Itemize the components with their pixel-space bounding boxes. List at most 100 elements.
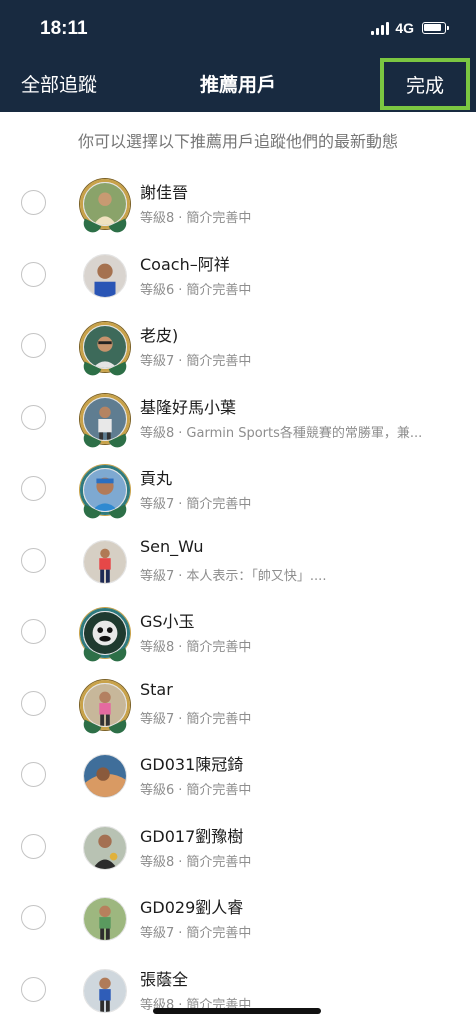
select-radio[interactable]: [21, 977, 46, 1002]
user-bio: 簡介完善中: [186, 783, 251, 798]
user-row[interactable]: 老皮) 等級7 · 簡介完善中: [0, 310, 476, 382]
user-row[interactable]: 謝佳晉 等級8 · 簡介完善中: [0, 167, 476, 239]
select-radio[interactable]: [21, 262, 46, 287]
avatar[interactable]: [80, 751, 130, 801]
user-bio: 本人表示：「帥又快」....: [186, 569, 326, 584]
user-meta: 等級8 · 簡介完善中: [140, 207, 251, 226]
user-meta: 等級8·簡介完善中: [140, 636, 251, 655]
nav-bar: 全部追蹤 推薦用戶 完成: [0, 58, 476, 112]
user-name: Coach–阿祥: [140, 251, 230, 275]
user-meta: 等級8·Garmin Sports各種競賽的常勝軍，兼...: [140, 422, 422, 441]
select-radio[interactable]: [21, 190, 46, 215]
user-bio: Garmin Sports各種競賽的常勝軍，兼...: [186, 426, 422, 441]
user-level: 等級8: [140, 426, 174, 441]
user-row[interactable]: GD017劉豫樹 等級8 · 簡介完善中: [0, 811, 476, 883]
avatar-photo: [83, 897, 127, 941]
avatar[interactable]: [80, 966, 130, 1016]
user-bio: 簡介完善中: [186, 497, 251, 512]
user-row[interactable]: 貢丸 等級7 · 簡介完善中: [0, 453, 476, 525]
avatar[interactable]: [80, 608, 130, 658]
meta-separator: ·: [178, 497, 182, 512]
select-radio[interactable]: [21, 333, 46, 358]
meta-separator: ·: [178, 712, 182, 727]
user-bio: 簡介完善中: [186, 926, 251, 941]
user-level: 等級7: [140, 569, 174, 584]
avatar-photo: [83, 397, 127, 441]
signal-icon: [371, 21, 389, 35]
user-bio: 簡介完善中: [186, 354, 251, 369]
select-radio[interactable]: [21, 762, 46, 787]
user-name: 老皮): [140, 322, 178, 346]
avatar[interactable]: [80, 179, 130, 229]
avatar-photo: [83, 683, 127, 727]
home-indicator[interactable]: [153, 1008, 321, 1014]
user-row[interactable]: Sen_Wu 等級7·本人表示：「帥又快」....: [0, 525, 476, 597]
user-level: 等級7: [140, 354, 174, 369]
avatar[interactable]: [80, 680, 130, 730]
avatar[interactable]: [80, 823, 130, 873]
user-level: 等級6: [140, 283, 174, 298]
user-meta: 等級7·簡介完善中: [140, 708, 251, 727]
done-button[interactable]: 完成: [380, 58, 470, 110]
user-level: 等級6: [140, 783, 174, 798]
meta-separator: ·: [178, 283, 182, 298]
user-name: GS小玉: [140, 608, 195, 632]
done-label: 完成: [406, 71, 444, 98]
avatar[interactable]: [80, 394, 130, 444]
status-bar: 18:11 4G: [0, 0, 476, 58]
select-radio[interactable]: [21, 834, 46, 859]
avatar[interactable]: [80, 537, 130, 587]
user-bio: 簡介完善中: [186, 211, 251, 226]
meta-separator: ·: [178, 926, 182, 941]
avatar-photo: [83, 754, 127, 798]
select-radio[interactable]: [21, 476, 46, 501]
user-meta: 等級6 · 簡介完善中: [140, 279, 251, 298]
user-name: GD029劉人睿: [140, 894, 243, 918]
status-indicators: 4G: [371, 20, 446, 36]
user-meta: 等級7 · 簡介完善中: [140, 922, 251, 941]
user-row[interactable]: Coach–阿祥 等級6 · 簡介完善中: [0, 239, 476, 311]
meta-separator: ·: [178, 569, 182, 584]
avatar[interactable]: [80, 465, 130, 515]
user-row[interactable]: 基隆好馬小葉 等級8·Garmin Sports各種競賽的常勝軍，兼...: [0, 382, 476, 454]
select-radio[interactable]: [21, 691, 46, 716]
avatar[interactable]: [80, 894, 130, 944]
meta-separator: ·: [178, 640, 182, 655]
user-level: 等級7: [140, 926, 174, 941]
user-name: GD017劉豫樹: [140, 823, 243, 847]
user-bio: 簡介完善中: [186, 640, 251, 655]
select-radio[interactable]: [21, 905, 46, 930]
user-name: 謝佳晉: [140, 179, 188, 203]
user-name: GD031陳冠錡: [140, 751, 243, 775]
user-level: 等級8: [140, 855, 174, 870]
user-bio: 簡介完善中: [186, 283, 251, 298]
user-row[interactable]: Star 等級7·簡介完善中: [0, 668, 476, 740]
user-row[interactable]: GS小玉 等級8·簡介完善中: [0, 596, 476, 668]
user-level: 等級8: [140, 211, 174, 226]
user-meta: 等級7 · 本人表示：「帥又快」....: [140, 565, 326, 584]
user-list: 謝佳晉 等級8 · 簡介完善中 Coach–阿祥 等級6 · 簡介完善中 老皮) 等級7…: [0, 167, 476, 1025]
avatar-photo: [83, 969, 127, 1013]
instruction-text: 你可以選擇以下推薦用戶追蹤他們的最新動態: [0, 128, 476, 152]
avatar-photo: [83, 254, 127, 298]
user-name: Star: [140, 680, 173, 699]
status-time: 18:11: [40, 18, 88, 40]
select-radio[interactable]: [21, 548, 46, 573]
user-name: 基隆好馬小葉: [140, 394, 236, 418]
meta-separator: ·: [178, 211, 182, 226]
user-bio: 簡介完善中: [186, 855, 251, 870]
user-row[interactable]: GD029劉人睿 等級7 · 簡介完善中: [0, 882, 476, 954]
meta-separator: ·: [178, 354, 182, 369]
avatar-photo: [83, 826, 127, 870]
user-row[interactable]: 張蔭全 等級8·簡介完善中: [0, 954, 476, 1025]
user-level: 等級7: [140, 497, 174, 512]
user-row[interactable]: GD031陳冠錡 等級6·簡介完善中: [0, 739, 476, 811]
meta-separator: ·: [178, 855, 182, 870]
user-meta: 等級7 · 簡介完善中: [140, 493, 251, 512]
avatar[interactable]: [80, 322, 130, 372]
select-radio[interactable]: [21, 405, 46, 430]
user-bio: 簡介完善中: [186, 712, 251, 727]
user-name: 貢丸: [140, 465, 172, 489]
select-radio[interactable]: [21, 619, 46, 644]
avatar[interactable]: [80, 251, 130, 301]
